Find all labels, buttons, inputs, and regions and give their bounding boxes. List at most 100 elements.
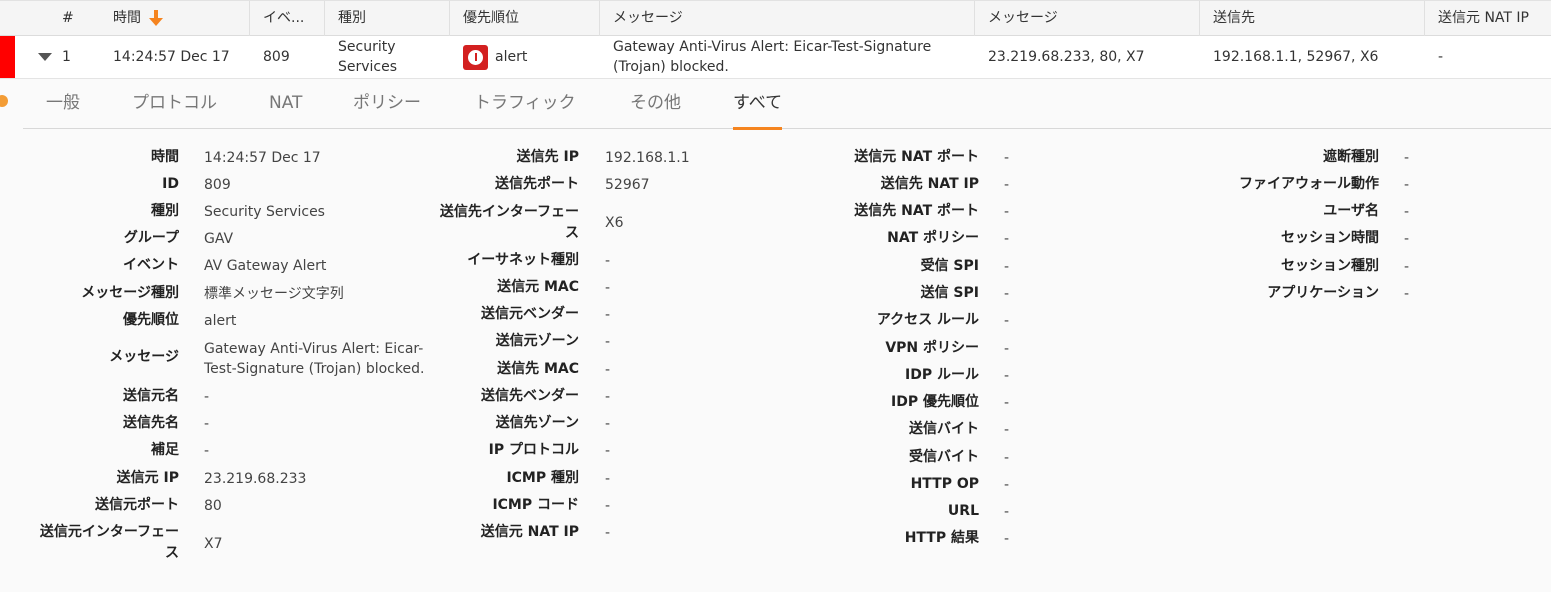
tab-traffic[interactable]: トラフィック	[474, 80, 576, 129]
field-value: 52967	[605, 177, 650, 193]
field-label: IDP 優先順位	[891, 394, 979, 410]
row-message: Gateway Anti-Virus Alert: Eicar-Test-Sig…	[600, 36, 975, 78]
field-value: -	[1004, 150, 1010, 166]
row-category-line1: Security	[338, 39, 396, 55]
field-label: セッション時間	[1281, 230, 1379, 246]
field-value: -	[204, 443, 210, 459]
field-value: -	[204, 389, 210, 405]
detail-panel: 時間 14:24:57 Dec 17 ID 809 種別 Security Se…	[0, 130, 1551, 592]
field-value: Test-Signature (Trojan) blocked.	[204, 361, 425, 377]
row-priority: alert	[450, 36, 600, 78]
field-value: -	[1004, 368, 1010, 384]
header-col-num[interactable]: #	[49, 1, 99, 37]
field-value: -	[605, 498, 611, 514]
header-col-priority[interactable]: 優先順位	[450, 1, 599, 37]
sort-down-icon[interactable]	[149, 9, 164, 27]
row-category: Security Services	[325, 36, 450, 78]
header-col-time-label: 時間	[113, 10, 141, 26]
field-label: 送信元 NAT ポート	[854, 149, 979, 165]
tab-general[interactable]: 一般	[46, 80, 80, 129]
field-label: ICMP 種別	[506, 470, 579, 486]
priority-color-bar	[0, 36, 15, 78]
row-number: 1	[62, 49, 71, 65]
field-value: -	[1404, 150, 1410, 166]
field-label: 送信元 NAT IP	[480, 524, 579, 540]
field-label: 送信先ポート	[495, 176, 579, 192]
tab-all[interactable]: すべて	[733, 80, 783, 130]
header-col-destination[interactable]: 送信先	[1200, 1, 1424, 37]
field-value: -	[1004, 231, 1010, 247]
field-label: 送信元 MAC	[497, 279, 579, 295]
field-value: 192.168.1.1	[605, 150, 690, 166]
field-value: -	[1004, 395, 1010, 411]
tab-protocol[interactable]: プロトコル	[132, 80, 217, 129]
field-label: ユーザ名	[1323, 203, 1379, 219]
field-label: HTTP 結果	[904, 530, 979, 546]
table-header: # 時間 イベ... 種別 優先順位 メッセージ メッセージ 送信先 送信元 N…	[0, 0, 1551, 37]
row-src-nat-ip: -	[1438, 49, 1444, 65]
field-value: -	[605, 307, 611, 323]
field-label: 送信先 NAT ポート	[854, 203, 979, 219]
field-value: -	[605, 334, 611, 350]
field-label: IP プロトコル	[488, 442, 579, 458]
field-label: 送信先 MAC	[497, 361, 579, 377]
row-event: 809	[263, 49, 290, 65]
field-value: -	[1004, 341, 1010, 357]
field-label: イーサネット種別	[467, 252, 579, 268]
field-value: 80	[204, 498, 222, 514]
field-label: セッション種別	[1281, 258, 1379, 274]
header-col-category[interactable]: 種別	[325, 1, 449, 37]
table-row[interactable]: 1 14:24:57 Dec 17 809 Security Services a…	[0, 36, 1551, 79]
tab-policy[interactable]: ポリシー	[353, 80, 421, 129]
row-expand-cell[interactable]: 1	[25, 36, 100, 78]
row-time: 14:24:57 Dec 17	[113, 49, 230, 65]
field-label: ス	[565, 225, 579, 241]
row-source: 23.219.68.233, 80, X7	[988, 49, 1145, 65]
field-value: X7	[204, 536, 223, 552]
field-label: 送信元名	[123, 388, 179, 404]
tab-nat[interactable]: NAT	[269, 80, 302, 129]
field-label: 送信 SPI	[920, 285, 979, 301]
header-col-message[interactable]: メッセージ	[600, 1, 974, 37]
header-col-src-nat-ip[interactable]: 送信元 NAT IP	[1425, 1, 1551, 37]
field-label: 優先順位	[123, 312, 179, 328]
field-label: 遮断種別	[1323, 149, 1379, 165]
field-value: -	[1404, 231, 1410, 247]
header-col-time[interactable]: 時間	[100, 1, 250, 37]
alert-icon	[463, 44, 488, 70]
field-value: -	[1004, 504, 1010, 520]
field-label: ス	[165, 545, 179, 561]
field-value: 809	[204, 177, 231, 193]
header-col-event[interactable]: イベ...	[250, 1, 324, 37]
header-col-message-2[interactable]: メッセージ	[975, 1, 1199, 37]
field-label: 送信先 NAT IP	[880, 176, 979, 192]
field-value: -	[605, 280, 611, 296]
field-value: Gateway Anti-Virus Alert: Eicar-	[204, 341, 424, 357]
expand-caret-icon[interactable]	[38, 53, 52, 61]
field-value: GAV	[204, 231, 234, 247]
row-destination: 192.168.1.1, 52967, X6	[1213, 49, 1379, 65]
tab-other[interactable]: その他	[630, 80, 681, 129]
field-label: ファイアウォール動作	[1239, 176, 1379, 192]
row-category-line2: Services	[338, 59, 398, 75]
field-label: 受信バイト	[909, 449, 979, 465]
field-value: -	[1404, 259, 1410, 275]
row-message-line1: Gateway Anti-Virus Alert: Eicar-Test-Sig…	[613, 39, 932, 55]
field-label: 送信元 IP	[116, 470, 179, 486]
field-value: -	[605, 443, 611, 459]
field-value: -	[1404, 286, 1410, 302]
field-label: NAT ポリシー	[887, 230, 979, 246]
field-value: -	[605, 253, 611, 269]
field-label: 送信バイト	[909, 421, 979, 437]
field-label: IDP ルール	[905, 367, 979, 383]
field-label: 送信先インターフェー	[439, 204, 579, 220]
field-value: -	[605, 389, 611, 405]
row-priority-label: alert	[495, 49, 528, 65]
field-value: -	[1004, 204, 1010, 220]
field-value: -	[605, 525, 611, 541]
field-value: -	[1004, 450, 1010, 466]
field-label: 送信元ゾーン	[495, 333, 579, 349]
field-value: 14:24:57 Dec 17	[204, 150, 321, 166]
field-label: 送信先名	[123, 415, 179, 431]
field-label: メッセージ	[109, 349, 179, 365]
